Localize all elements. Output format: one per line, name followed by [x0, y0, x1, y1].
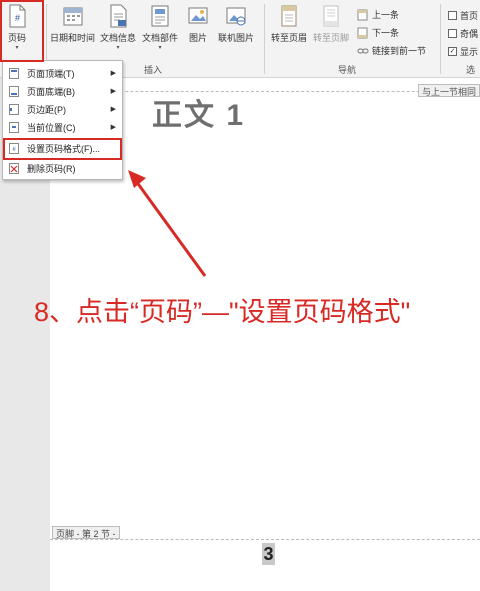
instruction-caption: 8、点击“页码”—"设置页码格式" — [34, 297, 411, 327]
